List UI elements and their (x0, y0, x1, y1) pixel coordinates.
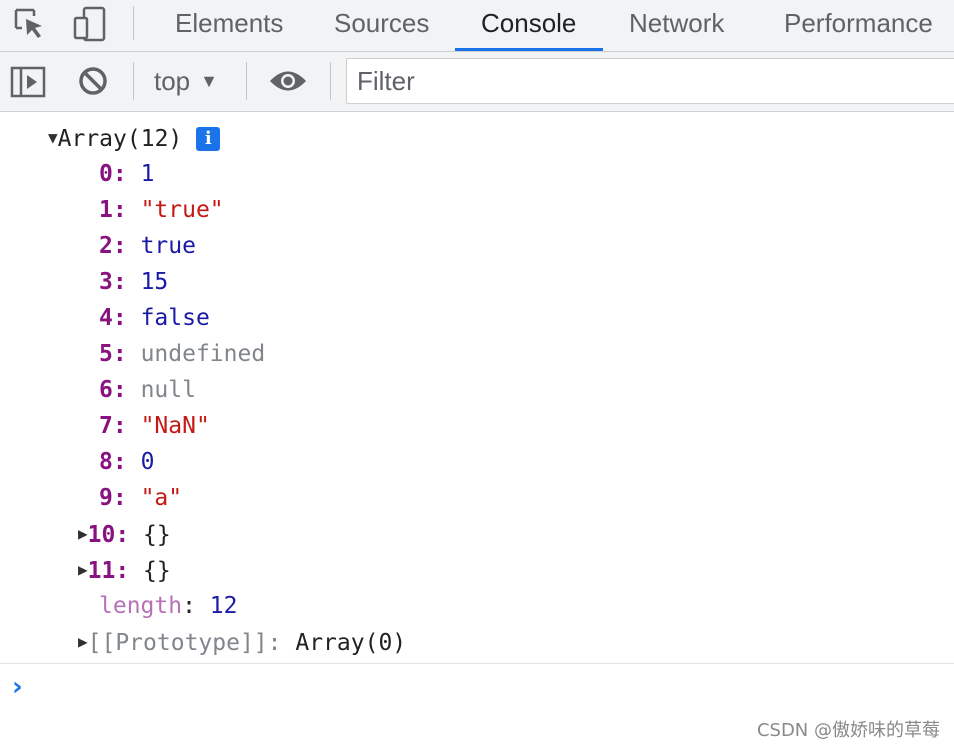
array-header-row[interactable]: ▼Array(12) i (48, 121, 221, 155)
tab-performance[interactable]: Performance (784, 0, 933, 51)
expand-triangle-right-icon[interactable]: ▶ (78, 553, 88, 587)
context-selector-label: top (154, 66, 191, 96)
entry-value: true (140, 233, 196, 259)
array-entry: 9: "a" (99, 485, 183, 511)
array-entry: 0: 1 (99, 161, 155, 187)
prototype-entry[interactable]: ▶[[Prototype]]: Array(0) (78, 625, 406, 659)
tab-elements[interactable]: Elements (175, 0, 283, 51)
array-entry: 5: undefined (99, 341, 266, 367)
show-sidebar-icon[interactable] (10, 66, 46, 98)
tab-sources[interactable]: Sources (334, 0, 429, 51)
caret-down-icon: ▼ (200, 71, 218, 91)
entry-value: "a" (140, 485, 183, 511)
tab-network[interactable]: Network (629, 0, 724, 51)
array-entry-expandable[interactable]: ▶10: {} (78, 517, 171, 551)
expand-triangle-right-icon[interactable]: ▶ (78, 625, 88, 659)
console-toolbar: top ▼ (0, 52, 954, 112)
tab-bar-divider (133, 6, 134, 40)
array-entry: 2: true (99, 233, 196, 259)
expand-triangle-down-icon[interactable]: ▼ (48, 121, 58, 155)
entry-value: "NaN" (140, 413, 210, 439)
array-entry-expandable[interactable]: ▶11: {} (78, 553, 171, 587)
clear-console-icon[interactable] (77, 65, 109, 97)
toolbar-divider (133, 62, 134, 100)
array-entry: 1: "true" (99, 197, 224, 223)
entry-key: 9 (99, 485, 113, 511)
console-output: ▼Array(12) i 0: 1 1: "true" 2: true 3: 15… (0, 112, 954, 748)
entry-key: 11 (87, 558, 116, 584)
console-prompt-icon[interactable]: › (12, 672, 23, 702)
entry-key: 6 (99, 377, 113, 403)
array-entry: 8: 0 (99, 449, 155, 475)
toolbar-divider (246, 62, 247, 100)
entry-key: 10 (87, 522, 116, 548)
entry-value: undefined (140, 341, 266, 367)
devtools-tab-bar: Elements Sources Console Network Perform… (0, 0, 954, 52)
entry-key: 3 (99, 269, 113, 295)
prototype-key: [[Prototype]] (87, 630, 268, 656)
entry-key: 7 (99, 413, 113, 439)
entry-key: 1 (99, 197, 113, 223)
entry-value: false (140, 305, 210, 331)
entry-value: {} (143, 558, 171, 584)
expand-triangle-right-icon[interactable]: ▶ (78, 517, 88, 551)
entry-key: 0 (99, 161, 113, 187)
tab-console[interactable]: Console (481, 0, 576, 51)
filter-input[interactable] (346, 58, 954, 104)
device-toolbar-icon[interactable] (72, 6, 108, 42)
entry-value: 1 (140, 161, 155, 187)
inspect-element-icon[interactable] (12, 6, 48, 42)
array-entry: 6: null (99, 377, 196, 403)
length-value: 12 (209, 593, 238, 619)
active-tab-indicator (455, 48, 603, 51)
info-icon[interactable]: i (196, 127, 221, 151)
length-entry: length: 12 (99, 593, 238, 619)
devtools-window: Elements Sources Console Network Perform… (0, 0, 954, 748)
prototype-value: Array(0) (295, 630, 407, 656)
array-entry: 7: "NaN" (99, 413, 210, 439)
prompt-divider (0, 663, 954, 664)
watermark: CSDN @傲娇味的草莓 (756, 720, 940, 741)
entry-value: null (140, 377, 196, 403)
entry-value: 0 (140, 449, 155, 475)
entry-value: {} (143, 522, 171, 548)
array-entry: 3: 15 (99, 269, 169, 295)
entry-key: 2 (99, 233, 113, 259)
entry-value: 15 (140, 269, 169, 295)
length-key: length (99, 593, 183, 619)
entry-key: 4 (99, 305, 113, 331)
context-selector[interactable]: top ▼ (154, 64, 218, 98)
array-entry: 4: false (99, 305, 210, 331)
entry-value: "true" (140, 197, 224, 223)
live-expression-icon[interactable] (268, 68, 308, 94)
toolbar-divider (330, 62, 331, 100)
entry-key: 5 (99, 341, 113, 367)
array-summary: Array(12) (57, 126, 183, 152)
entry-key: 8 (99, 449, 113, 475)
